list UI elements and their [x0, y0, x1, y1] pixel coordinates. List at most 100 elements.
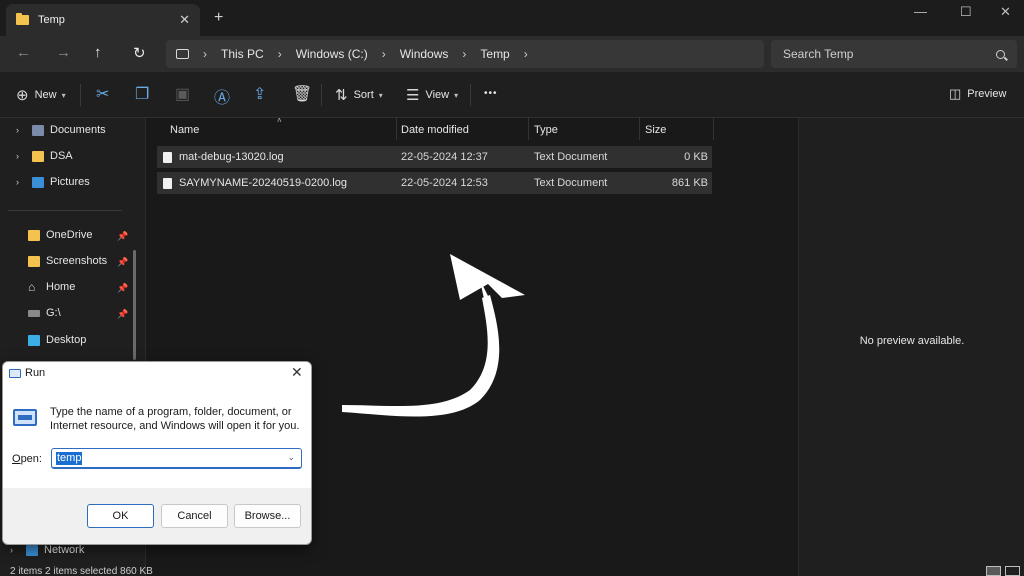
pin-icon: 📌 [117, 309, 129, 319]
file-date: 22-05-2024 12:37 [401, 151, 488, 163]
refresh-button[interactable]: ↻ [133, 44, 146, 62]
home-icon: ⌂ [28, 279, 36, 294]
back-button[interactable]: ← [16, 44, 31, 61]
breadcrumb-this-pc[interactable]: This PC [221, 47, 264, 61]
breadcrumb-temp[interactable]: Temp [480, 47, 509, 61]
pin-icon: 📌 [117, 231, 129, 241]
chevron-right-icon[interactable]: › [16, 125, 32, 135]
sidebar-divider [8, 210, 122, 211]
sidebar-item-onedrive[interactable]: OneDrive [28, 229, 92, 241]
file-date: 22-05-2024 12:53 [401, 177, 488, 189]
new-button[interactable]: ⊕ New ▾ [16, 86, 66, 104]
rename-icon[interactable]: Ⓐ [214, 84, 230, 108]
pictures-icon [32, 176, 44, 188]
table-row[interactable]: mat-debug-13020.log 22-05-2024 12:37 Tex… [157, 146, 712, 168]
column-divider[interactable] [528, 118, 529, 140]
preview-pane-icon: ◫ [949, 86, 962, 101]
preview-label: Preview [967, 88, 1007, 100]
cancel-button[interactable]: Cancel [161, 504, 228, 528]
chevron-right-icon: › [203, 47, 207, 61]
preview-button[interactable]: ◫ Preview [949, 86, 1006, 102]
sidebar-item-pictures[interactable]: › Pictures [16, 176, 90, 188]
address-row: ← → ↑ ↻ › This PC › Windows (C:) › Windo… [0, 36, 1024, 72]
breadcrumb-windows[interactable]: Windows [400, 47, 449, 61]
more-options-button[interactable]: ••• [484, 88, 498, 99]
command-bar: ⊕ New ▾ ✂ ❐ ▣ Ⓐ ⇪ 🗑 ⇅ Sort ▾ ☰ View ▾ ••… [0, 72, 1024, 118]
sidebar-item-screenshots[interactable]: Screenshots [28, 255, 107, 267]
preview-pane: No preview available. [798, 118, 1024, 576]
share-icon[interactable]: ⇪ [253, 84, 266, 104]
column-divider[interactable] [639, 118, 640, 140]
run-dialog: Run ✕ Type the name of a program, folder… [2, 361, 312, 545]
sidebar-item-network[interactable]: › Network [10, 544, 84, 556]
sidebar-item-g-drive[interactable]: G:\ [28, 307, 61, 319]
column-header-size[interactable]: Size [645, 124, 666, 136]
chevron-right-icon[interactable]: › [278, 47, 282, 61]
view-button[interactable]: ☰ View ▾ [406, 86, 458, 104]
folder-icon [16, 13, 29, 25]
toolbar-divider [80, 84, 81, 106]
tiles-view-icon[interactable] [1005, 566, 1020, 576]
run-icon [9, 369, 21, 378]
copy-icon[interactable]: ❐ [135, 84, 149, 104]
paste-icon[interactable]: ▣ [175, 84, 190, 104]
ok-button[interactable]: OK [87, 504, 154, 528]
sidebar-item-dsa[interactable]: › DSA [16, 150, 73, 162]
tab-close-icon[interactable]: ✕ [179, 12, 190, 28]
chevron-right-icon[interactable]: › [16, 151, 32, 161]
sidebar-scrollbar[interactable] [133, 250, 136, 360]
sidebar-item-label: OneDrive [46, 229, 93, 241]
sidebar-item-documents[interactable]: › Documents [16, 124, 106, 136]
chevron-right-icon[interactable]: › [524, 47, 528, 61]
chevron-right-icon[interactable]: › [10, 545, 26, 555]
sidebar-item-label: Desktop [46, 334, 87, 346]
table-row[interactable]: SAYMYNAME-20240519-0200.log 22-05-2024 1… [157, 172, 712, 194]
minimize-button[interactable]: — [914, 4, 927, 19]
open-combobox[interactable]: temp ⌄ [51, 448, 302, 469]
sidebar-item-label: Documents [50, 124, 106, 136]
close-window-button[interactable]: ✕ [1000, 4, 1011, 20]
chevron-down-icon: ▾ [454, 90, 459, 100]
column-header-date[interactable]: Date modified [401, 124, 469, 136]
breadcrumb-windows-c[interactable]: Windows (C:) [296, 47, 368, 61]
run-close-button[interactable]: ✕ [291, 364, 303, 381]
forward-button[interactable]: → [56, 44, 71, 61]
column-header-name[interactable]: Name [170, 124, 199, 136]
chevron-down-icon: ▾ [61, 90, 66, 100]
chevron-right-icon[interactable]: › [16, 177, 32, 187]
sort-button[interactable]: ⇅ Sort ▾ [335, 86, 383, 104]
column-divider[interactable] [713, 118, 714, 140]
file-type: Text Document [534, 151, 608, 163]
column-header-type[interactable]: Type [534, 124, 558, 136]
plus-circle-icon: ⊕ [16, 87, 29, 104]
file-size: 0 KB [684, 151, 708, 163]
this-pc-icon [176, 49, 189, 59]
new-tab-button[interactable]: + [214, 10, 223, 26]
up-button[interactable]: ↑ [94, 44, 102, 61]
maximize-button[interactable]: ☐ [960, 4, 972, 20]
sidebar-item-desktop[interactable]: Desktop [28, 334, 86, 346]
new-label: New [34, 89, 57, 101]
chevron-down-icon[interactable]: ⌄ [287, 452, 295, 463]
text-file-icon [163, 151, 172, 163]
cut-icon[interactable]: ✂ [96, 84, 109, 104]
details-view-icon[interactable] [986, 566, 1001, 576]
tab-temp[interactable]: Temp ✕ [6, 4, 200, 36]
folder-icon [28, 255, 40, 267]
chevron-right-icon[interactable]: › [382, 47, 386, 61]
file-size: 861 KB [671, 177, 708, 189]
chevron-right-icon[interactable]: › [462, 47, 466, 61]
search-icon [996, 49, 1005, 59]
search-input[interactable]: Search Temp [783, 47, 996, 61]
address-bar[interactable]: › This PC › Windows (C:) › Windows › Tem… [166, 40, 764, 68]
open-input-value[interactable]: temp [56, 451, 83, 465]
sidebar-item-home[interactable]: ⌂ Home [28, 279, 75, 294]
status-bar: 2 items 2 items selected 860 KB [10, 566, 153, 576]
sort-ascending-icon: ˄ [277, 116, 282, 125]
sort-icon: ⇅ [335, 87, 348, 104]
delete-icon[interactable]: 🗑 [292, 84, 312, 104]
browse-button[interactable]: Browse... [234, 504, 301, 528]
pin-icon: 📌 [117, 283, 129, 293]
search-box[interactable]: Search Temp [771, 40, 1017, 68]
column-divider[interactable] [396, 118, 397, 140]
